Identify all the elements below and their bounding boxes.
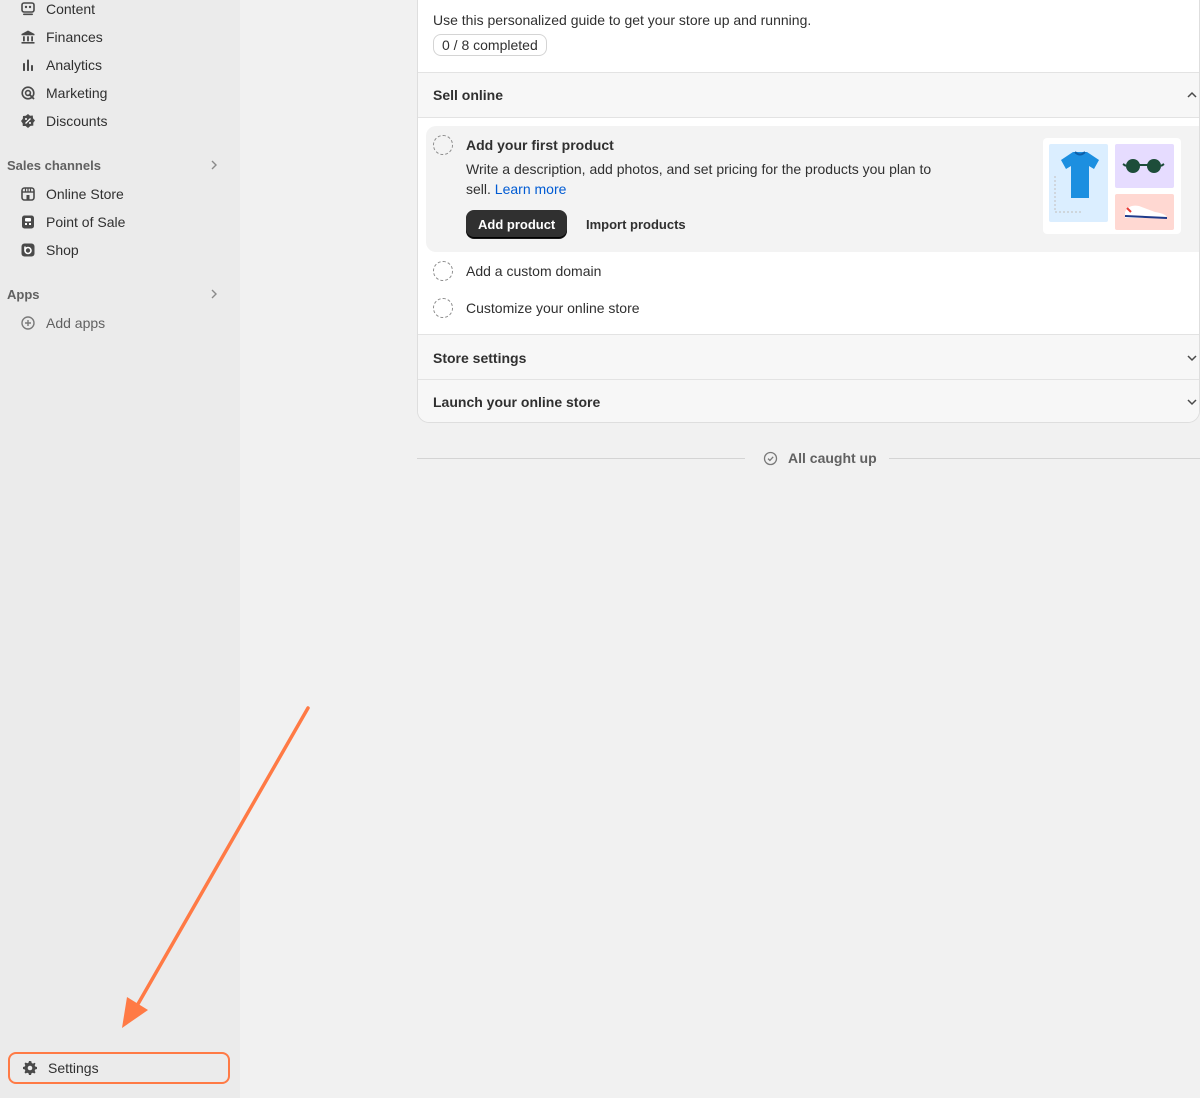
task-incomplete-icon[interactable]	[433, 135, 453, 155]
section-title: Launch your online store	[433, 394, 601, 410]
nav-item-label: Marketing	[46, 85, 108, 101]
section-title: Sell online	[433, 87, 504, 103]
nav-item-settings[interactable]: Settings	[8, 1052, 230, 1084]
pos-icon	[20, 214, 36, 230]
task-add-custom-domain[interactable]: Add a custom domain	[466, 263, 601, 279]
nav-item-point-of-sale[interactable]: Point of Sale	[8, 209, 228, 235]
nav-item-marketing[interactable]: Marketing	[8, 80, 228, 106]
sidebar: Content Finances Analytics Marketing Dis…	[0, 0, 240, 1098]
chevron-down-icon	[1187, 354, 1197, 361]
store-icon	[20, 186, 36, 202]
caught-up-label: All caught up	[788, 450, 877, 466]
nav-item-label: Shop	[46, 242, 79, 258]
nav-item-add-apps[interactable]: Add apps	[8, 310, 228, 336]
chevron-down-icon	[1187, 399, 1197, 406]
chevron-right-icon	[211, 289, 217, 299]
bank-icon	[20, 29, 36, 45]
nav-item-label: Content	[46, 1, 96, 17]
chevron-right-icon	[211, 160, 217, 170]
section-title: Store settings	[433, 349, 527, 366]
task-incomplete-icon[interactable]	[433, 298, 453, 318]
nav-item-label: Analytics	[46, 57, 103, 73]
task-title: Add your first product	[466, 137, 614, 153]
nav-item-analytics[interactable]: Analytics	[8, 52, 228, 78]
import-products-button[interactable]: Import products	[586, 210, 686, 238]
shop-icon	[20, 242, 36, 258]
section-sell-online[interactable]: Sell online	[418, 72, 1199, 118]
target-icon	[20, 85, 36, 101]
chevron-up-icon	[1187, 91, 1197, 98]
learn-more-link[interactable]: Learn more	[495, 181, 567, 197]
task-add-first-product: Add your first product Write a descripti…	[426, 126, 1199, 252]
plus-circle-icon	[20, 315, 36, 331]
section-store-settings[interactable]: Store settings	[418, 334, 1199, 380]
content-icon	[20, 1, 36, 17]
bar-chart-icon	[20, 57, 36, 73]
discount-icon	[20, 113, 36, 129]
sales-channels-label: Sales channels	[7, 157, 101, 173]
task-description: Write a description, add photos, and set…	[466, 159, 956, 199]
nav-item-label: Online Store	[46, 186, 124, 202]
task-customize-store[interactable]: Customize your online store	[466, 300, 640, 316]
divider	[417, 458, 745, 459]
nav-item-finances[interactable]: Finances	[8, 24, 228, 50]
products-illustration	[1043, 138, 1181, 234]
nav-item-label: Finances	[46, 29, 103, 45]
settings-label: Settings	[48, 1060, 99, 1076]
add-product-button[interactable]: Add product	[466, 210, 568, 238]
nav-item-shop[interactable]: Shop	[8, 237, 228, 263]
check-circle-icon	[763, 451, 778, 466]
guide-description: Use this personalized guide to get your …	[433, 12, 812, 28]
section-launch-store[interactable]: Launch your online store	[418, 379, 1199, 422]
sales-channels-header[interactable]: Sales channels	[7, 155, 221, 175]
nav-item-online-store[interactable]: Online Store	[8, 181, 228, 207]
nav-item-content[interactable]: Content	[8, 0, 228, 22]
divider	[889, 458, 1200, 459]
nav-item-label: Discounts	[46, 113, 108, 129]
nav-item-discounts[interactable]: Discounts	[8, 108, 228, 134]
apps-header[interactable]: Apps	[7, 284, 221, 304]
progress-badge: 0 / 8 completed	[433, 34, 547, 56]
setup-guide-card: Use this personalized guide to get your …	[417, 0, 1200, 423]
task-incomplete-icon[interactable]	[433, 261, 453, 281]
apps-label: Apps	[7, 286, 40, 302]
nav-item-label: Add apps	[46, 315, 106, 331]
nav-item-label: Point of Sale	[46, 214, 126, 230]
gear-icon	[22, 1060, 38, 1076]
all-caught-up: All caught up	[763, 449, 877, 467]
